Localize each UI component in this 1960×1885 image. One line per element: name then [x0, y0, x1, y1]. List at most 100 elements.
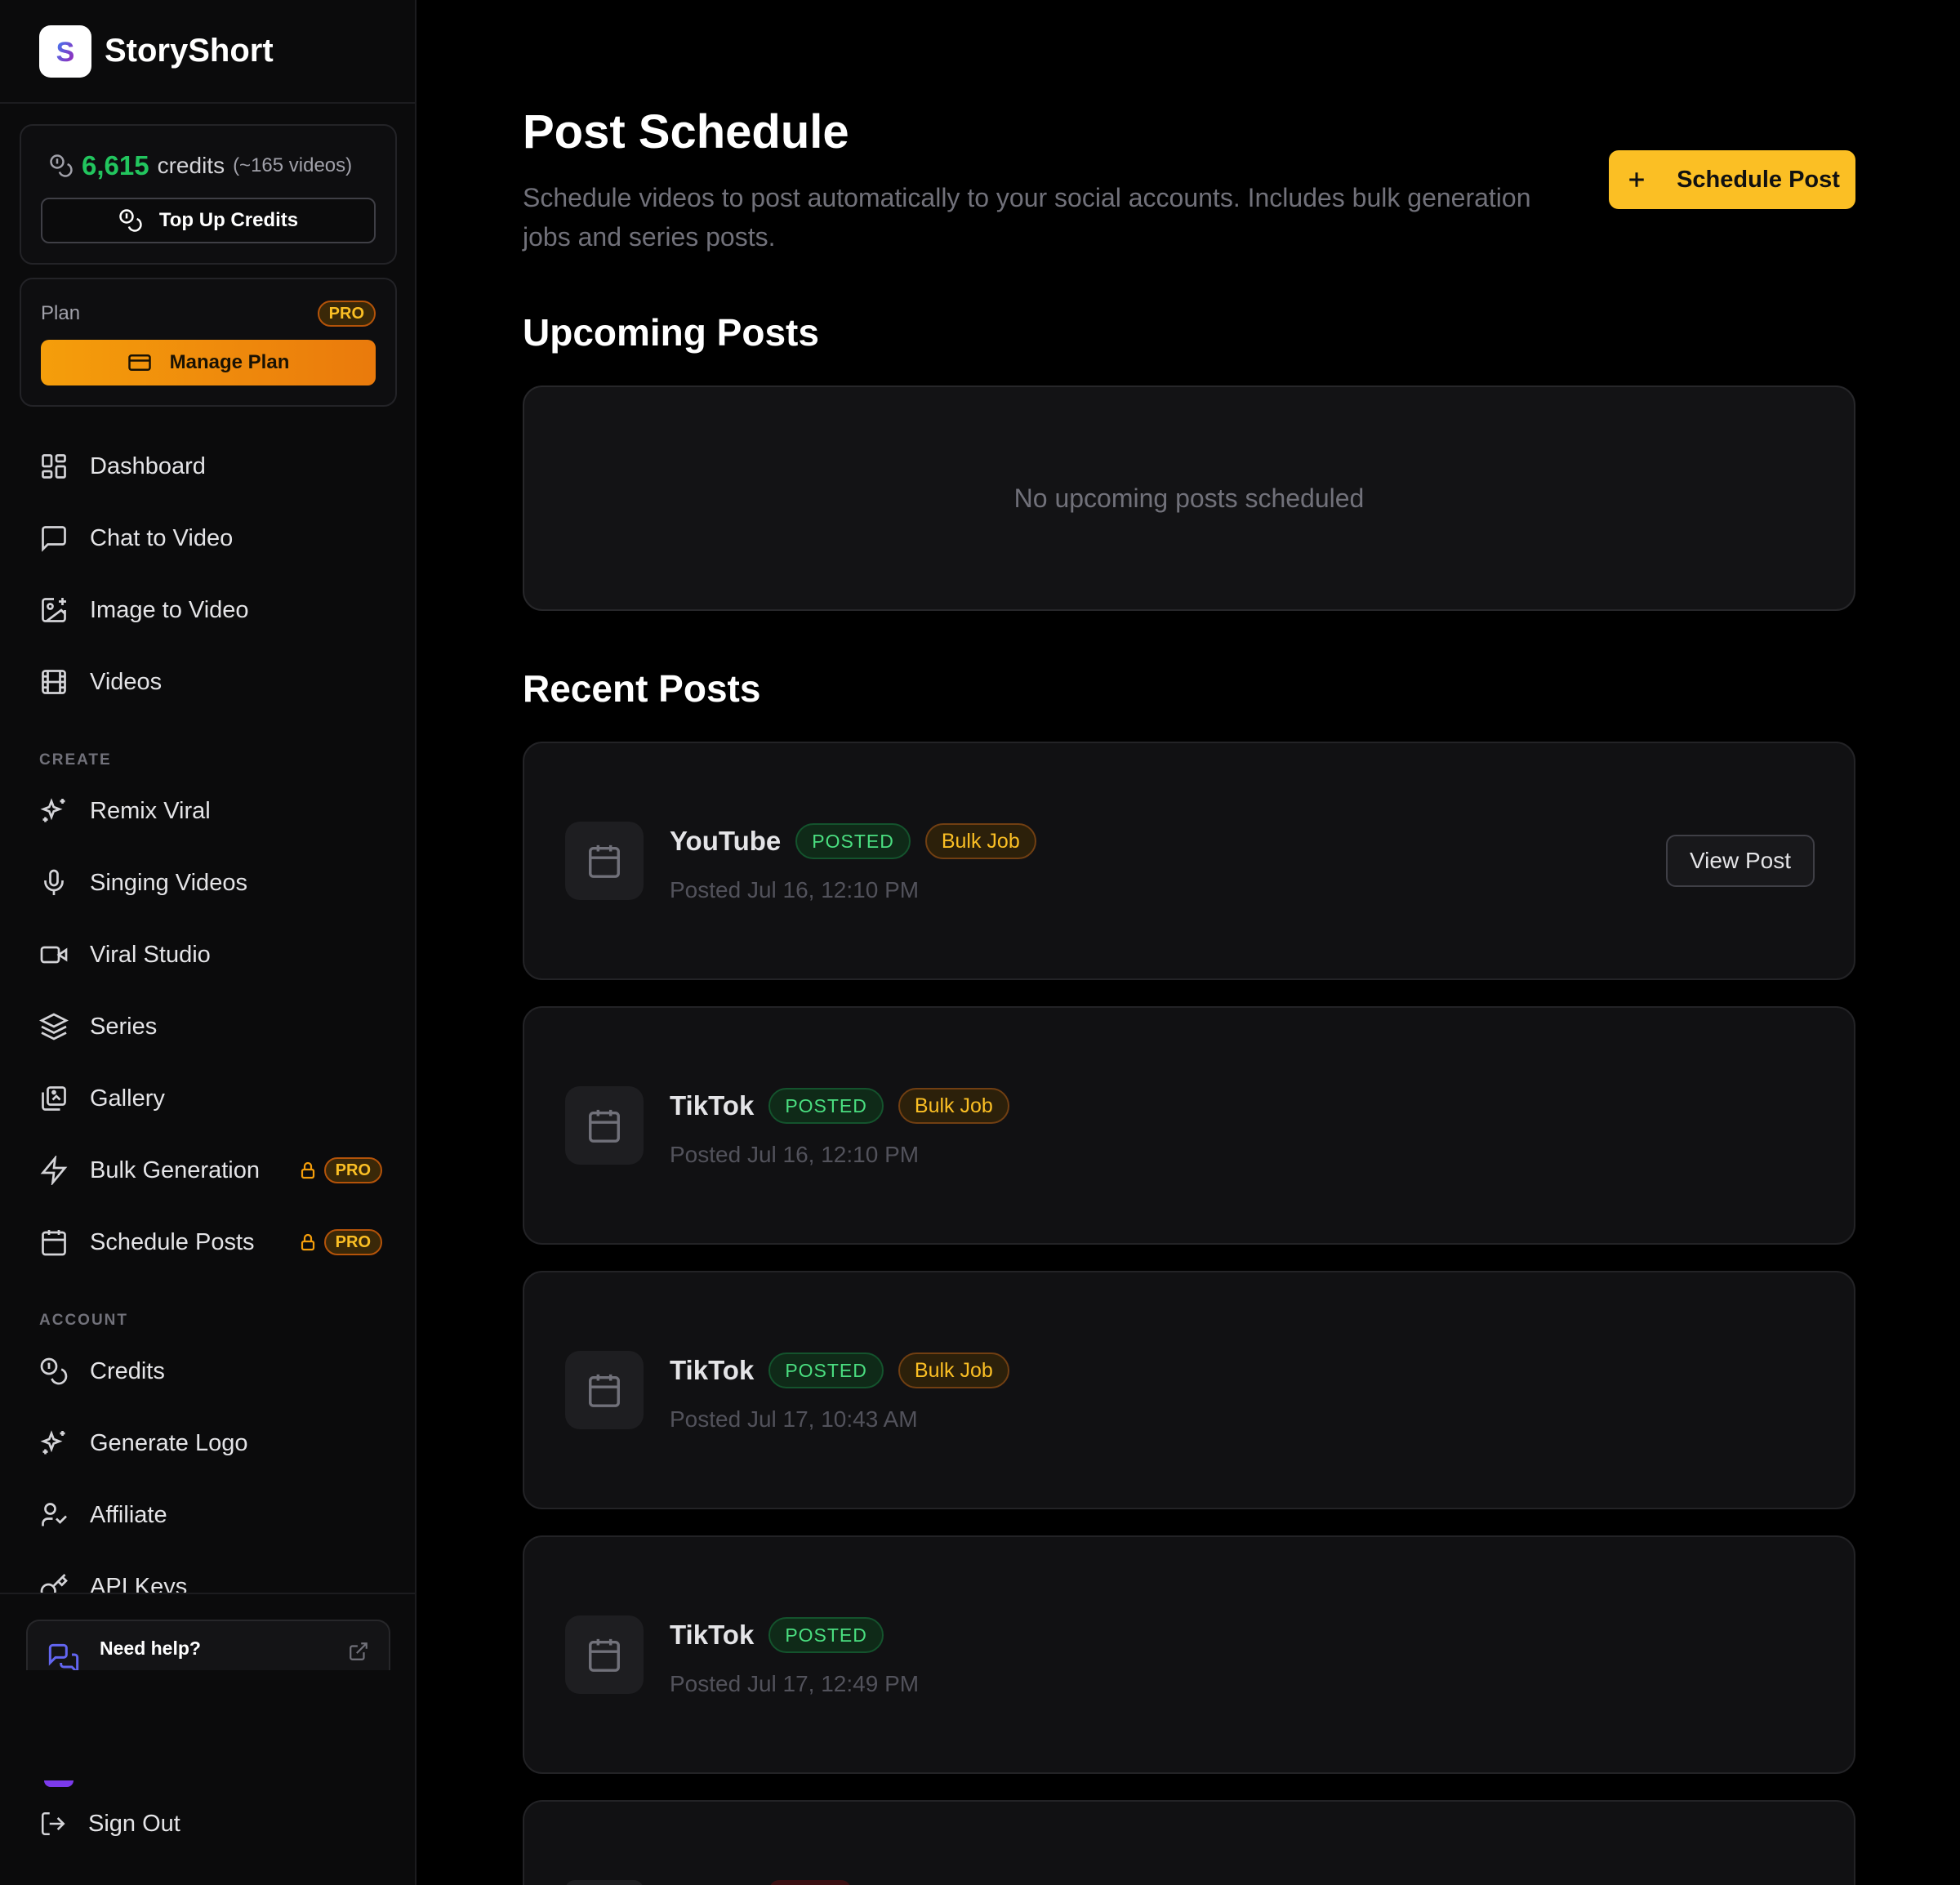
manage-plan-label: Manage Plan — [169, 351, 290, 373]
nav-item-credits[interactable]: Credits — [39, 1348, 382, 1394]
brand-header: S StoryShort — [0, 0, 415, 104]
messages-icon — [48, 1643, 79, 1670]
post-platform: TikTok — [670, 1355, 755, 1385]
plus-icon — [1629, 172, 1644, 187]
post-card-partial — [523, 1800, 1855, 1885]
pro-lock: PRO — [298, 1229, 382, 1255]
nav-item-chat-to-video[interactable]: Chat to Video — [39, 515, 382, 561]
plan-label: Plan — [41, 302, 81, 324]
nav-label: Schedule Posts — [90, 1228, 255, 1255]
nav-item-series[interactable]: Series — [39, 1004, 382, 1049]
schedule-post-button[interactable]: Schedule Post — [1609, 150, 1855, 209]
status-badge: POSTED — [768, 1617, 884, 1653]
pro-lock: PRO — [298, 1157, 382, 1183]
credits-card: 6,615 credits (~165 videos) Top Up Credi… — [20, 124, 397, 265]
status-badge: POSTED — [795, 823, 911, 859]
credit-card-icon — [127, 354, 151, 371]
nav-label: Image to Video — [90, 596, 249, 623]
zap-icon — [40, 1156, 68, 1185]
external-link-icon — [350, 1642, 368, 1660]
credits-amount: 6,615 — [82, 150, 149, 180]
calendar-icon — [589, 1374, 620, 1407]
need-help-title: Need help? — [100, 1638, 201, 1659]
logo-icon: S — [56, 37, 75, 68]
nav-item-image-to-video[interactable]: Image to Video — [39, 587, 382, 633]
need-help-card[interactable]: Need help? — [26, 1620, 390, 1670]
page-title: Post Schedule — [523, 105, 849, 158]
lock-icon — [301, 1161, 314, 1179]
key-icon — [40, 1574, 68, 1593]
nav-label: Bulk Generation — [90, 1156, 260, 1183]
post-card: TikTok POSTED Bulk Job Posted Jul 17, 10… — [523, 1271, 1855, 1509]
nav-item-affiliate[interactable]: Affiliate — [39, 1492, 382, 1538]
nav-label: Videos — [90, 668, 163, 695]
chat-icon — [42, 526, 66, 552]
app-logo[interactable]: S — [39, 25, 91, 78]
nav-label: Generate Logo — [90, 1429, 248, 1456]
post-icon-tile — [565, 1880, 644, 1885]
nav-item-gallery[interactable]: Gallery — [39, 1076, 382, 1121]
calendar-icon — [589, 1638, 620, 1672]
nav-label: Viral Studio — [90, 941, 211, 968]
image-plus-icon — [42, 598, 66, 622]
calendar-icon — [589, 1109, 620, 1143]
nav-section-account: ACCOUNT — [39, 1312, 128, 1329]
post-icon-tile — [565, 1086, 644, 1165]
nav-item-schedule-posts[interactable]: Schedule Posts PRO — [39, 1219, 382, 1265]
empty-state-text: No upcoming posts scheduled — [1013, 483, 1365, 513]
pro-badge: PRO — [323, 1157, 382, 1183]
nav-label: Series — [90, 1013, 158, 1040]
nav-section-create: CREATE — [39, 751, 112, 769]
upcoming-posts-empty: No upcoming posts scheduled — [523, 385, 1855, 611]
post-date: Posted Jul 16, 12:10 PM — [670, 1142, 920, 1167]
film-icon — [42, 670, 66, 694]
nav-item-viral-studio[interactable]: Viral Studio — [39, 932, 382, 978]
post-header: TikTok POSTED — [670, 1617, 884, 1653]
nav-item-videos[interactable]: Videos — [39, 659, 382, 705]
gallery-icon — [42, 1086, 66, 1111]
recent-posts-heading: Recent Posts — [523, 667, 761, 710]
handshake-icon — [42, 1503, 67, 1526]
schedule-post-label: Schedule Post — [1677, 166, 1840, 193]
avatar[interactable] — [44, 1780, 74, 1787]
nav-label: Affiliate — [90, 1501, 167, 1528]
post-header: YouTube POSTED Bulk Job — [670, 823, 1036, 859]
post-date: Posted Jul 16, 12:10 PM — [670, 877, 920, 902]
sidebar-nav: Dashboard Chat to Video Image to Video V… — [0, 433, 415, 1593]
app-name: StoryShort — [105, 33, 274, 69]
video-camera-icon — [40, 946, 68, 964]
sparkles-icon — [40, 798, 65, 822]
credits-word: credits — [157, 153, 225, 178]
bulk-job-badge: Bulk Job — [924, 823, 1036, 859]
post-icon-tile — [565, 1351, 644, 1429]
calendar-icon — [589, 844, 620, 878]
upcoming-posts-heading: Upcoming Posts — [523, 311, 819, 354]
nav-item-singing-videos[interactable]: Singing Videos — [39, 860, 382, 906]
credits-note: (~165 videos) — [233, 154, 353, 176]
manage-plan-button[interactable]: Manage Plan — [41, 340, 376, 385]
nav-item-remix-viral[interactable]: Remix Viral — [39, 788, 382, 834]
sign-out-button[interactable]: Sign Out — [39, 1810, 180, 1838]
nav-item-dashboard[interactable]: Dashboard — [39, 443, 382, 489]
plan-pro-badge: PRO — [317, 301, 376, 327]
nav-label: Gallery — [90, 1085, 165, 1112]
svg-text:S: S — [56, 37, 75, 68]
post-date: Posted Jul 17, 10:43 AM — [670, 1406, 918, 1432]
post-platform: TikTok — [670, 1090, 755, 1121]
top-up-credits-button[interactable]: Top Up Credits — [41, 198, 376, 243]
nav-label: Singing Videos — [90, 869, 247, 896]
status-badge: POSTED — [768, 1352, 884, 1388]
post-platform: TikTok — [670, 1620, 755, 1650]
nav-item-generate-logo[interactable]: Generate Logo — [39, 1420, 382, 1466]
calendar-icon — [42, 1230, 66, 1256]
nav-label: Dashboard — [90, 452, 206, 479]
coins-icon — [119, 209, 142, 232]
nav-item-bulk-generation[interactable]: Bulk Generation PRO — [39, 1147, 382, 1193]
mic-icon — [44, 869, 64, 895]
plan-card: Plan PRO Manage Plan — [20, 278, 397, 407]
nav-item-api-keys[interactable]: API Keys — [39, 1564, 382, 1593]
nav-label: API Keys — [90, 1573, 188, 1593]
lock-icon — [301, 1233, 314, 1251]
view-post-button[interactable]: View Post — [1666, 835, 1815, 887]
log-out-icon — [41, 1811, 65, 1836]
